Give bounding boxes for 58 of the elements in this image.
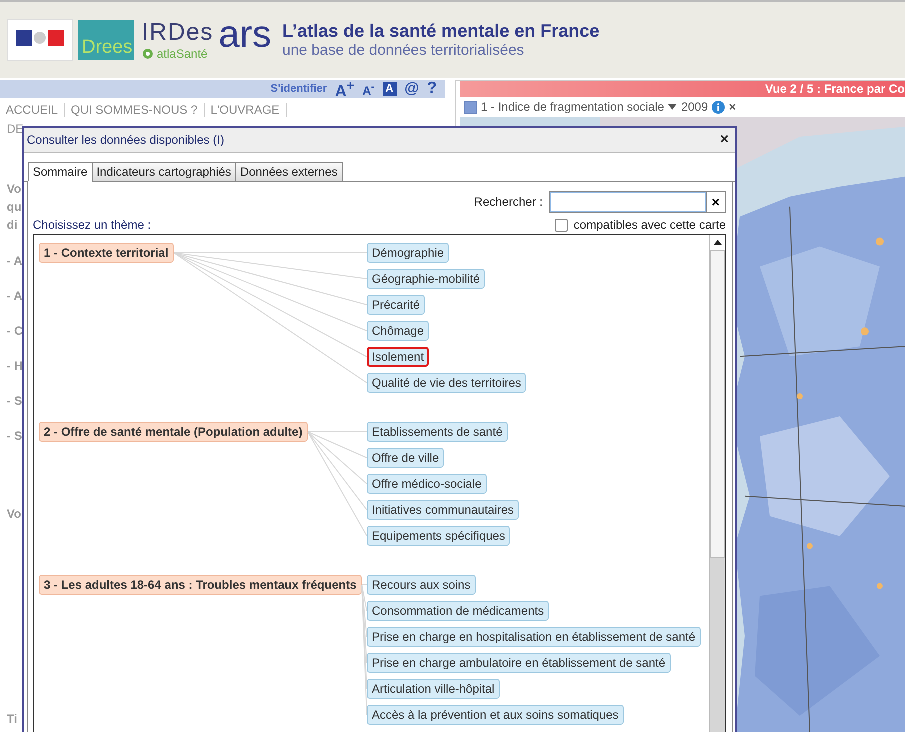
subtheme-node[interactable]: Qualité de vie des territoires — [367, 373, 526, 393]
subtheme-node[interactable]: Isolement — [367, 347, 430, 367]
theme-node[interactable]: 3 - Les adultes 18-64 ans : Troubles mentaux fréquents — [39, 575, 362, 595]
theme-prompt: Choisissez un thème : — [33, 218, 152, 232]
checkbox[interactable] — [554, 218, 568, 232]
tab[interactable]: Sommaire — [28, 162, 93, 182]
site-title: L’atlas de la santé mentale en France — [282, 21, 600, 42]
irdes-logo: IRDes — [142, 20, 214, 46]
tab[interactable]: Indicateurs cartographiés — [92, 162, 236, 182]
subtheme-node[interactable]: Prise en charge en hospitalisation en établissement de santé — [367, 627, 701, 647]
dialog-title: Consulter les données disponibles (I) — [27, 133, 224, 147]
contrast-button[interactable]: A — [382, 82, 397, 96]
intro-text: di — [7, 217, 18, 233]
tab[interactable]: Données externes — [235, 162, 343, 182]
view-title-bar: Vue 2 / 5 : France par Co — [460, 81, 905, 97]
subtheme-node[interactable]: Articulation ville-hôpital — [367, 679, 500, 699]
footer-text: Ti — [7, 711, 18, 727]
intro-text: Vo — [7, 181, 22, 197]
scroll-up-icon[interactable] — [714, 240, 722, 245]
layer-year[interactable]: 2009 — [681, 100, 708, 114]
subtheme-node[interactable]: Géographie-mobilité — [367, 269, 486, 289]
subtheme-node[interactable]: Offre médico-sociale — [367, 474, 487, 494]
section-heading: Vo — [7, 506, 22, 522]
font-larger-button[interactable]: A$^{+}$ — [335, 78, 355, 100]
caret-icon[interactable] — [668, 104, 678, 110]
nav-link[interactable]: ACCUEIL — [6, 103, 66, 117]
subtheme-node[interactable]: Equipements spécifiques — [367, 526, 510, 546]
theme-node[interactable]: 2 - Offre de santé mentale (Population adulte) — [39, 422, 308, 442]
subtheme-node[interactable]: Chômage — [367, 321, 430, 341]
compatible-checkbox[interactable]: compatibles avec cette carte — [554, 218, 726, 232]
nav-link[interactable]: QUI SOMMES-NOUS ? — [65, 103, 205, 117]
drees-logo: Drees — [78, 20, 134, 60]
subtheme-node[interactable]: Consommation de médicaments — [367, 601, 550, 621]
scrollbar[interactable] — [709, 235, 725, 732]
ars-logo: ars — [218, 15, 272, 55]
subtheme-node[interactable]: Accès à la prévention et aux soins somatiques — [367, 705, 624, 725]
intro-text: qu — [7, 199, 22, 215]
subtheme-node[interactable]: Initiatives communautaires — [367, 500, 520, 520]
layer-swatch — [464, 100, 477, 114]
contact-button[interactable]: @ — [404, 81, 420, 97]
subtheme-node[interactable]: Recours aux soins — [367, 575, 476, 595]
site-subtitle: une base de données territorialisées — [282, 42, 526, 59]
nav-link[interactable]: L'OUVRAGE — [204, 103, 287, 117]
font-smaller-button[interactable]: A$^{-}$ — [362, 80, 375, 98]
subtheme-node[interactable]: Démographie — [367, 243, 450, 263]
search-field[interactable]: × — [549, 191, 726, 213]
subtheme-node[interactable]: Offre de ville — [367, 448, 444, 468]
atlasante-logo: atlaSanté — [142, 46, 208, 60]
remove-layer-button[interactable]: × — [729, 100, 736, 114]
info-icon[interactable] — [712, 100, 726, 114]
search-label: Rechercher : — [474, 195, 543, 209]
theme-node[interactable]: 1 - Contexte territorial — [39, 243, 174, 263]
subtheme-node[interactable]: Etablissements de santé — [367, 422, 508, 442]
subtheme-node[interactable]: Précarité — [367, 295, 426, 315]
subtheme-node[interactable]: Prise en charge ambulatoire en établissement de santé — [367, 653, 671, 673]
help-button[interactable]: ? — [427, 81, 437, 97]
close-button[interactable]: × — [720, 134, 729, 146]
layer-name: 1 - Indice de fragmentation sociale — [481, 100, 664, 114]
